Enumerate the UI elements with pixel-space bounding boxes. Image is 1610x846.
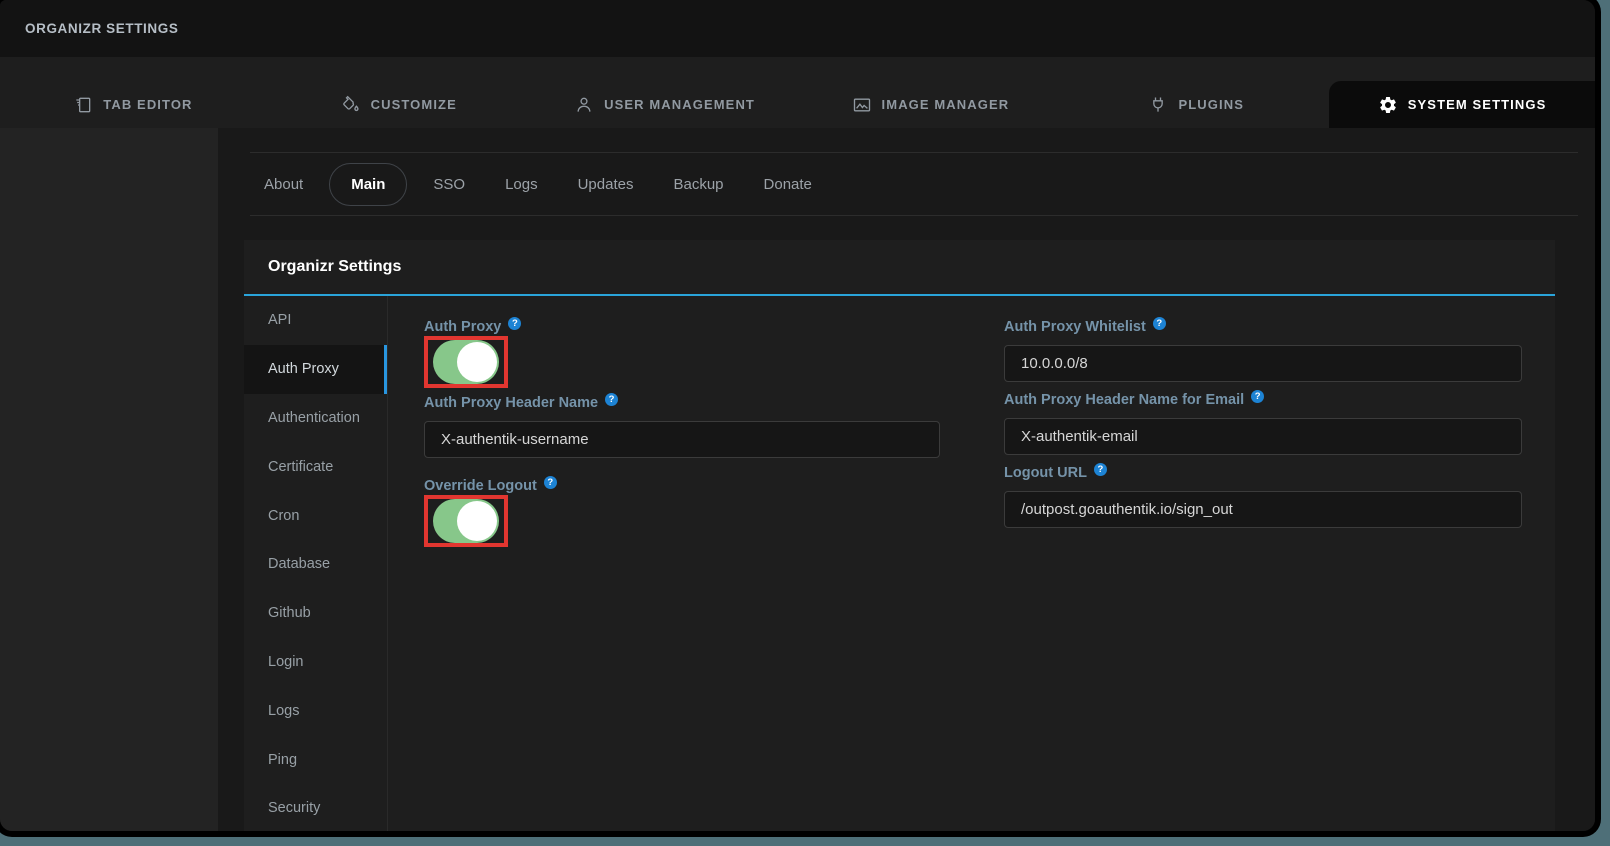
- side-menu-item-database[interactable]: Database: [244, 540, 387, 589]
- side-menu-item-authentication[interactable]: Authentication: [244, 394, 387, 443]
- main-nav-tabs: TAB EDITOR CUSTOMIZE USER MANAGEMENT IMAGE …: [0, 57, 1595, 128]
- help-icon[interactable]: ?: [544, 476, 557, 489]
- side-menu-item-logs[interactable]: Logs: [244, 686, 387, 735]
- auth-proxy-header-name-label: Auth Proxy Header Name ?: [424, 394, 940, 412]
- tab-label: PLUGINS: [1178, 97, 1243, 112]
- tab-tab-editor[interactable]: TAB EDITOR: [0, 81, 266, 128]
- annotation-highlight-auth-proxy: [424, 336, 508, 388]
- tab-label: SYSTEM SETTINGS: [1408, 97, 1547, 112]
- auth-proxy-whitelist-input[interactable]: [1004, 345, 1522, 382]
- tab-user-management[interactable]: USER MANAGEMENT: [532, 81, 798, 128]
- panel-header: Organizr Settings: [244, 240, 1555, 296]
- side-menu-item-auth-proxy[interactable]: Auth Proxy: [244, 345, 387, 394]
- sub-tabs: About Main SSO Logs Updates Backup Donate: [250, 152, 1578, 216]
- subtab-updates[interactable]: Updates: [572, 172, 640, 197]
- left-gutter: [0, 128, 218, 831]
- help-icon[interactable]: ?: [508, 317, 521, 330]
- settings-panel: Organizr Settings APIAuth ProxyAuthentic…: [244, 240, 1555, 831]
- side-menu-item-api[interactable]: API: [244, 296, 387, 345]
- image-icon: [852, 95, 872, 115]
- help-icon[interactable]: ?: [1094, 463, 1107, 476]
- side-menu-item-security[interactable]: Security: [244, 784, 387, 831]
- side-menu-item-login[interactable]: Login: [244, 638, 387, 687]
- top-bar: ORGANIZR SETTINGS: [0, 0, 1595, 57]
- auth-proxy-form: Auth Proxy ? Auth Proxy Header Name ?: [388, 296, 1555, 831]
- subtab-sso[interactable]: SSO: [427, 172, 471, 197]
- subtab-about[interactable]: About: [258, 172, 309, 197]
- tab-label: TAB EDITOR: [103, 97, 192, 112]
- subtab-main[interactable]: Main: [329, 163, 407, 206]
- side-menu-item-ping[interactable]: Ping: [244, 735, 387, 784]
- content-area: About Main SSO Logs Updates Backup Donate Orga…: [218, 128, 1595, 831]
- tab-label: IMAGE MANAGER: [882, 97, 1010, 112]
- override-logout-toggle[interactable]: [433, 499, 499, 543]
- toggle-knob: [457, 342, 497, 382]
- override-logout-label: Override Logout ?: [424, 477, 940, 495]
- help-icon[interactable]: ?: [605, 393, 618, 406]
- tab-customize[interactable]: CUSTOMIZE: [266, 81, 532, 128]
- settings-side-menu: APIAuth ProxyAuthenticationCertificateCr…: [244, 296, 388, 831]
- tab-label: USER MANAGEMENT: [604, 97, 755, 112]
- plug-icon: [1148, 95, 1168, 115]
- side-menu-item-certificate[interactable]: Certificate: [244, 442, 387, 491]
- auth-proxy-header-email-input[interactable]: [1004, 418, 1522, 455]
- auth-proxy-label: Auth Proxy ?: [424, 318, 940, 336]
- auth-proxy-whitelist-label: Auth Proxy Whitelist ?: [1004, 318, 1522, 336]
- logout-url-input[interactable]: [1004, 491, 1522, 528]
- subtab-logs[interactable]: Logs: [499, 172, 544, 197]
- auth-proxy-header-email-label: Auth Proxy Header Name for Email ?: [1004, 391, 1522, 409]
- help-icon[interactable]: ?: [1251, 390, 1264, 403]
- logout-url-label: Logout URL ?: [1004, 464, 1522, 482]
- subtab-backup[interactable]: Backup: [667, 172, 729, 197]
- app-window: ORGANIZR SETTINGS TAB EDITOR CUSTOMIZE USE…: [0, 0, 1595, 831]
- subtab-donate[interactable]: Donate: [758, 172, 818, 197]
- user-icon: [574, 95, 594, 115]
- side-menu-item-cron[interactable]: Cron: [244, 491, 387, 540]
- panel-title: Organizr Settings: [268, 258, 401, 276]
- help-icon[interactable]: ?: [1153, 317, 1166, 330]
- tab-label: CUSTOMIZE: [371, 97, 457, 112]
- auth-proxy-toggle[interactable]: [433, 340, 499, 384]
- gear-icon: [1378, 95, 1398, 115]
- tab-plugins[interactable]: PLUGINS: [1063, 81, 1329, 128]
- annotation-highlight-override-logout: [424, 495, 508, 547]
- auth-proxy-header-name-input[interactable]: [424, 421, 940, 458]
- side-menu-item-github[interactable]: Github: [244, 589, 387, 638]
- toggle-knob: [457, 501, 497, 541]
- page-title: ORGANIZR SETTINGS: [25, 21, 178, 36]
- tab-editor-icon: [73, 95, 93, 115]
- tab-image-manager[interactable]: IMAGE MANAGER: [797, 81, 1063, 128]
- customize-icon: [341, 95, 361, 115]
- tab-system-settings[interactable]: SYSTEM SETTINGS: [1329, 81, 1595, 128]
